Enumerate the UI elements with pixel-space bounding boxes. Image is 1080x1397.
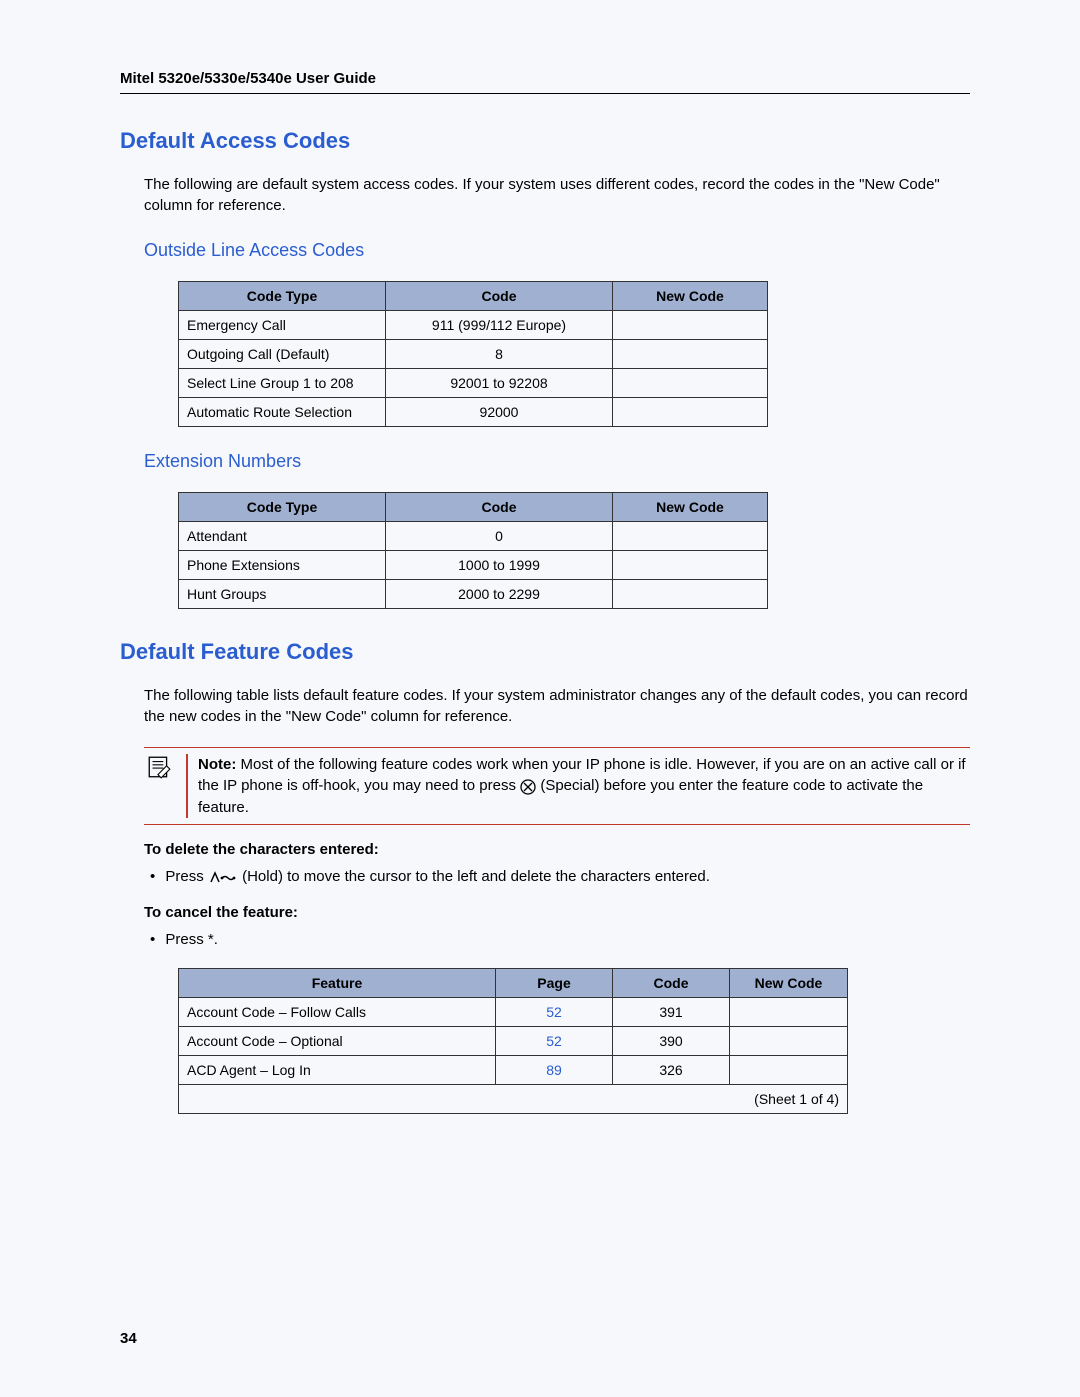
cell-type: Automatic Route Selection [179, 398, 386, 427]
cell-feature: ACD Agent – Log In [179, 1055, 496, 1084]
cell-code: 390 [613, 1026, 730, 1055]
table-features: Feature Page Code New Code Account Code … [178, 968, 848, 1114]
cell-new [730, 1026, 848, 1055]
table-row: Phone Extensions 1000 to 1999 [179, 551, 768, 580]
cell-code: 92000 [386, 398, 613, 427]
cell-new [730, 1055, 848, 1084]
cell-type: Emergency Call [179, 311, 386, 340]
cell-code: 0 [386, 522, 613, 551]
note-label: Note: [198, 756, 236, 773]
cell-code: 8 [386, 340, 613, 369]
page-link[interactable]: 52 [546, 1004, 562, 1020]
th-code: Code [386, 493, 613, 522]
instr-cancel-heading: To cancel the feature: [144, 904, 970, 921]
th-feature: Feature [179, 968, 496, 997]
note-icon [146, 754, 172, 784]
cell-new [613, 522, 768, 551]
table-row: Outgoing Call (Default) 8 [179, 340, 768, 369]
cell-type: Attendant [179, 522, 386, 551]
intro-feature: The following table lists default featur… [144, 685, 970, 727]
intro-access: The following are default system access … [144, 174, 970, 216]
th-code: Code [613, 968, 730, 997]
th-code-type: Code Type [179, 282, 386, 311]
hold-icon [208, 866, 238, 889]
cell-code: 2000 to 2299 [386, 580, 613, 609]
cell-new [730, 997, 848, 1026]
cell-feature: Account Code – Follow Calls [179, 997, 496, 1026]
cell-type: Phone Extensions [179, 551, 386, 580]
instr-text-b: (Hold) to move the cursor to the left an… [242, 868, 710, 885]
page-link[interactable]: 89 [546, 1062, 562, 1078]
subsection-extensions: Extension Numbers [144, 451, 970, 472]
table-row: Account Code – Follow Calls 52 391 [179, 997, 848, 1026]
th-page: Page [496, 968, 613, 997]
list-item: Press (Hold) to move the cursor to the l… [164, 866, 970, 889]
instr-delete-heading: To delete the characters entered: [144, 841, 970, 858]
th-new-code: New Code [613, 282, 768, 311]
cell-new [613, 311, 768, 340]
table-row: Emergency Call 911 (999/112 Europe) [179, 311, 768, 340]
table-row: ACD Agent – Log In 89 326 [179, 1055, 848, 1084]
table-extensions: Code Type Code New Code Attendant 0 Phon… [178, 492, 768, 609]
table-outside-line: Code Type Code New Code Emergency Call 9… [178, 281, 768, 427]
page-number: 34 [120, 1330, 137, 1347]
sheet-label: (Sheet 1 of 4) [179, 1084, 848, 1113]
page-link[interactable]: 52 [546, 1033, 562, 1049]
cell-new [613, 398, 768, 427]
th-code-type: Code Type [179, 493, 386, 522]
cell-type: Hunt Groups [179, 580, 386, 609]
table-row: Hunt Groups 2000 to 2299 [179, 580, 768, 609]
cell-code: 391 [613, 997, 730, 1026]
cell-new [613, 580, 768, 609]
table-row: Attendant 0 [179, 522, 768, 551]
cell-new [613, 551, 768, 580]
th-new-code: New Code [730, 968, 848, 997]
cell-code: 326 [613, 1055, 730, 1084]
subsection-outside-line: Outside Line Access Codes [144, 240, 970, 261]
cell-code: 911 (999/112 Europe) [386, 311, 613, 340]
section-title-feature: Default Feature Codes [120, 639, 970, 665]
table-row: Account Code – Optional 52 390 [179, 1026, 848, 1055]
th-new-code: New Code [613, 493, 768, 522]
table-row: Automatic Route Selection 92000 [179, 398, 768, 427]
running-header: Mitel 5320e/5330e/5340e User Guide [120, 70, 970, 94]
sheet-row: (Sheet 1 of 4) [179, 1084, 848, 1113]
cell-new [613, 340, 768, 369]
special-icon [520, 776, 536, 797]
cell-code: 1000 to 1999 [386, 551, 613, 580]
cell-feature: Account Code – Optional [179, 1026, 496, 1055]
th-code: Code [386, 282, 613, 311]
cell-type: Select Line Group 1 to 208 [179, 369, 386, 398]
list-item: Press *. [164, 929, 970, 952]
instr-text-a: Press [165, 868, 208, 885]
note-box: Note: Most of the following feature code… [144, 747, 970, 825]
section-title-access: Default Access Codes [120, 128, 970, 154]
cell-new [613, 369, 768, 398]
table-row: Select Line Group 1 to 208 92001 to 9220… [179, 369, 768, 398]
cell-type: Outgoing Call (Default) [179, 340, 386, 369]
cell-code: 92001 to 92208 [386, 369, 613, 398]
note-text: Note: Most of the following feature code… [188, 754, 970, 818]
